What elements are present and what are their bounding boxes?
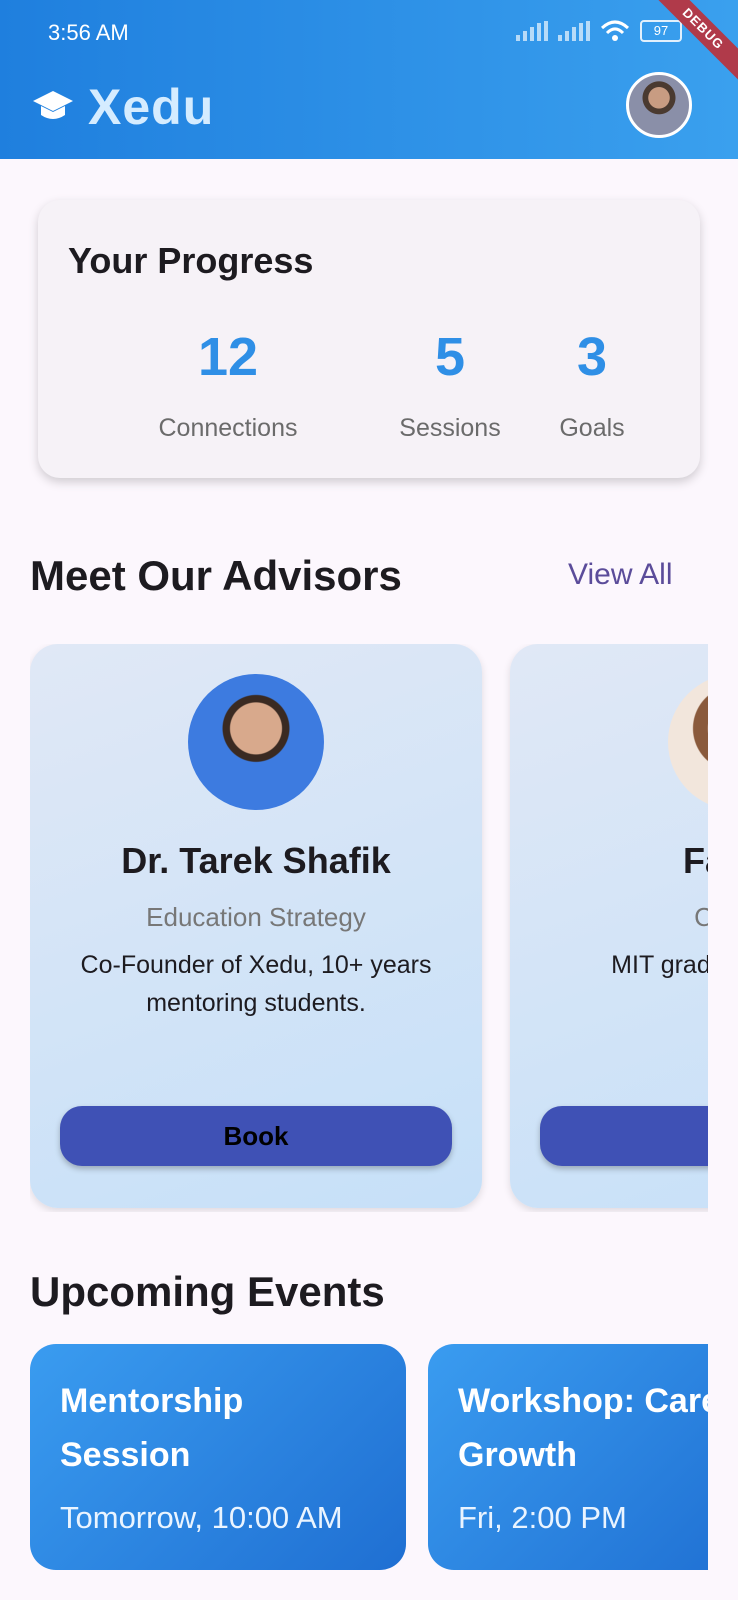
events-carousel[interactable]: Mentorship Session Tomorrow, 10:00 AM Wo… — [30, 1344, 708, 1574]
stat-value: 12 — [197, 327, 259, 387]
advisors-section-title: Meet Our Advisors — [30, 552, 402, 599]
advisor-description: Co-Founder of Xedu, 10+ years mentoring … — [80, 951, 432, 1017]
advisor-name: Fatma — [682, 840, 708, 881]
advisor-role: Compu — [694, 902, 708, 932]
stat-label: Goals — [559, 414, 625, 442]
stat-value: 3 — [576, 327, 608, 387]
battery-icon: 97 — [640, 20, 682, 42]
advisor-role: Education Strategy — [146, 902, 366, 932]
status-icons: 97 — [516, 20, 682, 42]
event-time: Fri, 2:00 PM — [458, 1500, 627, 1535]
advisor-name: Dr. Tarek Shafik — [121, 840, 391, 881]
advisor-card[interactable]: Fatma Compu MIT grad, apply to US/ B — [510, 644, 708, 1208]
advisor-carousel[interactable]: Dr. Tarek Shafik Education Strategy Co-F… — [30, 644, 708, 1212]
cell-signal-icon — [516, 21, 548, 41]
advisor-card[interactable]: Dr. Tarek Shafik Education Strategy Co-F… — [30, 644, 482, 1208]
advisor-photo — [668, 674, 708, 810]
event-title: Mentorship Session — [60, 1382, 244, 1474]
book-button[interactable]: B — [540, 1106, 708, 1166]
stat-connections: 12 Connections — [128, 330, 328, 443]
advisor-photo — [188, 674, 324, 810]
stat-label: Connections — [158, 414, 298, 442]
events-section-title: Upcoming Events — [30, 1268, 385, 1315]
app-logo: Xedu — [32, 78, 214, 136]
stat-goals: 3 Goals — [492, 330, 692, 443]
profile-avatar[interactable] — [626, 72, 692, 138]
progress-title: Your Progress — [68, 240, 314, 281]
progress-card: Your Progress 12 Connections 5 Sessions … — [38, 200, 700, 478]
event-time: Tomorrow, 10:00 AM — [60, 1500, 343, 1535]
event-card[interactable]: Mentorship Session Tomorrow, 10:00 AM — [30, 1344, 406, 1570]
book-button[interactable]: Book — [60, 1106, 452, 1166]
advisor-description: MIT grad, apply to US/ — [611, 951, 708, 979]
status-time: 3:56 AM — [48, 20, 129, 45]
wifi-icon — [600, 20, 630, 41]
view-all-link[interactable]: View All — [568, 558, 673, 592]
graduation-cap-icon — [33, 91, 73, 119]
event-card[interactable]: Workshop: Career Growth Fri, 2:00 PM — [428, 1344, 708, 1570]
app-bar: 3:56 AM 97 DEBUG Xedu — [0, 0, 738, 159]
cell-signal-2-icon — [558, 21, 590, 41]
app-title: Xedu — [88, 79, 215, 135]
event-title: Workshop: Career Growth — [458, 1382, 708, 1474]
